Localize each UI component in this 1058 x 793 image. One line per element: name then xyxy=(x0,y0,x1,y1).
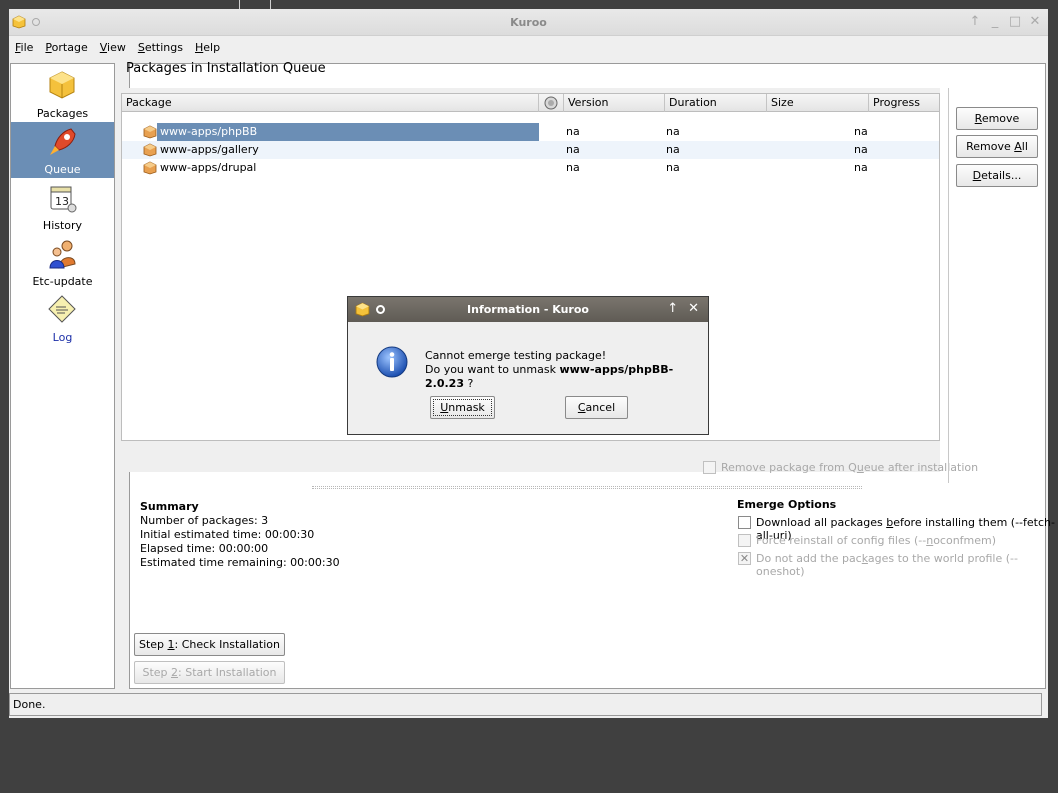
sidebar: Packages Queue 13 History Etc-update Log xyxy=(10,63,115,689)
dialog-title: Information - Kuroo xyxy=(467,303,589,316)
menu-settings[interactable]: Settings xyxy=(132,41,189,54)
remove-all-button[interactable]: Remove All xyxy=(956,135,1038,158)
col-size[interactable]: Size xyxy=(767,94,869,112)
version-cell: na xyxy=(566,125,580,138)
desktop-background xyxy=(0,0,1058,9)
sidebar-item-label: Queue xyxy=(44,163,81,176)
unmask-button[interactable]: Unmask xyxy=(430,396,495,419)
window-title: Kuroo xyxy=(510,16,547,29)
sidebar-item-history[interactable]: 13 History xyxy=(11,178,114,234)
duration-cell: na xyxy=(666,161,680,174)
remove-button[interactable]: Remove xyxy=(956,107,1038,130)
sidebar-item-label: Packages xyxy=(36,107,89,120)
size-cell: na xyxy=(854,143,868,156)
fetch-all-uri-checkbox[interactable] xyxy=(738,516,751,529)
summary-line: Number of packages: 3 xyxy=(140,514,269,527)
col-duration[interactable]: Duration xyxy=(665,94,767,112)
svg-text:13: 13 xyxy=(55,195,69,208)
sidebar-item-etc-update[interactable]: Etc-update xyxy=(11,234,114,290)
sidebar-item-packages[interactable]: Packages xyxy=(11,66,114,122)
cancel-button[interactable]: Cancel xyxy=(565,396,628,419)
sidebar-item-label: History xyxy=(42,219,83,232)
check-installation-button[interactable]: Step 1: Check Installation xyxy=(134,633,285,656)
sidebar-item-label: Log xyxy=(52,331,73,344)
dialog-message: Cannot emerge testing package! Do you wa… xyxy=(425,349,708,391)
col-progress[interactable]: Progress xyxy=(869,94,939,112)
remove-after-install-checkbox[interactable] xyxy=(703,461,716,474)
menu-bar: File Portage View Settings Help xyxy=(9,36,1048,58)
package-name: www-apps/phpBB xyxy=(157,123,539,141)
noconfmem-checkbox[interactable] xyxy=(738,534,751,547)
oneshot-checkbox[interactable]: ✕ xyxy=(738,552,751,565)
information-dialog: Information - Kuroo ↑ ✕ Cannot emerge te… xyxy=(347,296,709,435)
duration-cell: na xyxy=(666,125,680,138)
table-header: Package Version Duration Size Progress xyxy=(122,94,939,112)
info-icon xyxy=(376,346,408,378)
menu-file[interactable]: File xyxy=(9,41,39,54)
rocket-icon xyxy=(50,128,76,155)
close-icon[interactable]: ✕ xyxy=(1028,14,1042,29)
status-bar: Done. xyxy=(9,693,1042,716)
col-version[interactable]: Version xyxy=(564,94,665,112)
emerge-options: Emerge Options xyxy=(737,498,836,511)
package-icon xyxy=(143,125,157,139)
oneshot-label: Do not add the packages to the world pro… xyxy=(756,552,1018,578)
dialog-message-line1: Cannot emerge testing package! xyxy=(425,349,607,362)
summary-section: Summary Number of packages: 3 Initial es… xyxy=(140,500,340,570)
noconfmem-label: Force reinstall of config files (--nocon… xyxy=(756,534,997,547)
splitter-handle[interactable] xyxy=(312,486,862,489)
package-name: www-apps/drupal xyxy=(160,161,257,174)
maximize-icon[interactable]: □ xyxy=(1008,14,1022,29)
keep-above-icon[interactable]: ↑ xyxy=(968,14,982,29)
package-icon xyxy=(143,161,157,175)
title-bar[interactable]: Kuroo ↑ _ □ ✕ xyxy=(9,9,1048,36)
duration-cell: na xyxy=(666,143,680,156)
package-name: www-apps/gallery xyxy=(160,143,259,156)
dialog-title-bar[interactable]: Information - Kuroo ↑ ✕ xyxy=(348,297,708,322)
size-cell: na xyxy=(854,161,868,174)
summary-line: Elapsed time: 00:00:00 xyxy=(140,542,269,555)
people-icon xyxy=(49,240,76,269)
calendar-icon: 13 xyxy=(50,186,77,213)
size-cell: na xyxy=(854,125,868,138)
menu-portage[interactable]: Portage xyxy=(39,41,93,54)
close-icon[interactable]: ✕ xyxy=(688,301,699,316)
menu-help[interactable]: Help xyxy=(189,41,226,54)
panel-divider xyxy=(948,88,949,483)
col-package[interactable]: Package xyxy=(122,94,539,112)
package-icon xyxy=(143,143,157,157)
table-row[interactable]: www-apps/phpBB na na na xyxy=(122,123,939,141)
sidebar-item-queue[interactable]: Queue xyxy=(11,122,114,178)
summary-line: Initial estimated time: 00:00:30 xyxy=(140,528,315,541)
sidebar-item-log[interactable]: Log xyxy=(11,290,114,346)
globe-icon xyxy=(544,96,558,110)
summary-line: Estimated time remaining: 00:00:30 xyxy=(140,556,340,569)
remove-after-install-label: Remove package from Queue after installa… xyxy=(721,461,979,474)
details-button[interactable]: Details... xyxy=(956,164,1038,187)
dialog-message-line2: Do you want to unmask www-apps/phpBB-2.0… xyxy=(425,363,674,390)
col-status[interactable] xyxy=(539,94,564,112)
minimize-icon[interactable]: _ xyxy=(988,14,1002,29)
keep-above-icon[interactable]: ↑ xyxy=(667,301,678,316)
version-cell: na xyxy=(566,161,580,174)
page-title: Packages in Installation Queue xyxy=(126,61,326,76)
version-cell: na xyxy=(566,143,580,156)
table-row[interactable]: www-apps/gallery na na na xyxy=(122,141,939,159)
log-icon xyxy=(48,295,76,323)
start-installation-button[interactable]: Step 2: Start Installation xyxy=(134,661,285,684)
table-row[interactable]: www-apps/drupal na na na xyxy=(122,159,939,177)
menu-view[interactable]: View xyxy=(94,41,132,54)
summary-title: Summary xyxy=(140,500,199,513)
sidebar-item-label: Etc-update xyxy=(32,275,93,288)
emerge-options-title: Emerge Options xyxy=(737,498,837,511)
package-icon xyxy=(49,71,75,99)
